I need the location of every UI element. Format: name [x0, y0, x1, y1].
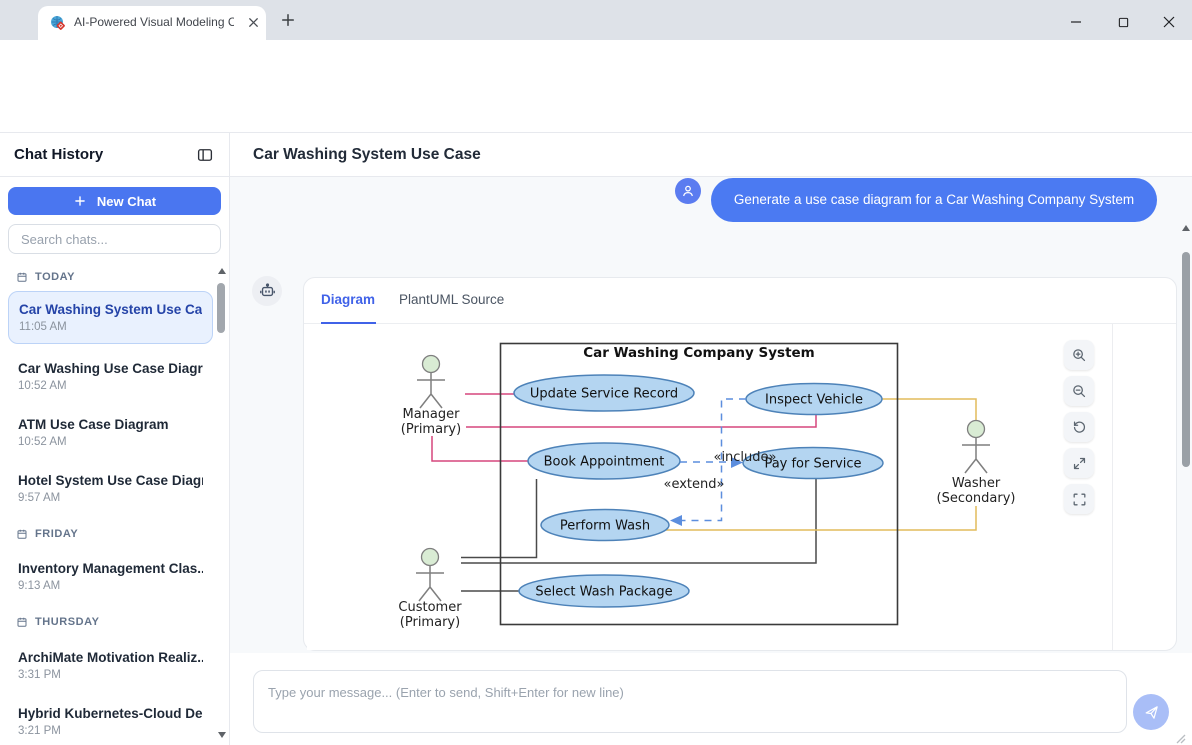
chat-history-item-selected[interactable]: Car Washing System Use Case 11:05 AM — [8, 291, 213, 344]
zoom-in-button[interactable] — [1064, 340, 1094, 370]
conversation-titlebar: Car Washing System Use Case — [230, 133, 1192, 177]
chat-item-time: 3:31 PM — [18, 669, 203, 681]
fullscreen-button[interactable] — [1064, 484, 1094, 514]
chat-item-title: Car Washing Use Case Diagr... — [18, 361, 203, 376]
usecase-label: Select Wash Package — [535, 585, 672, 600]
chat-history-item[interactable]: ATM Use Case Diagram 10:52 AM — [8, 409, 213, 456]
calendar-icon — [16, 271, 28, 283]
person-icon — [680, 183, 696, 199]
plus-icon — [73, 194, 87, 208]
chat-history-sidebar: Chat History New Chat TODAY Car Washing … — [0, 133, 230, 745]
sidebar-header: Chat History — [0, 133, 229, 177]
new-chat-label: New Chat — [97, 194, 156, 209]
window-close-icon[interactable] — [1156, 12, 1182, 32]
chat-item-title: Car Washing System Use Case — [19, 302, 202, 317]
section-header-today: TODAY — [16, 271, 75, 283]
section-header-thursday: THURSDAY — [16, 616, 100, 628]
sidebar-scrollbar-thumb[interactable] — [217, 283, 225, 333]
calendar-icon — [16, 616, 28, 628]
tab-plantuml-source[interactable]: PlantUML Source — [399, 292, 504, 307]
resize-grip-icon[interactable] — [1174, 731, 1186, 745]
robot-icon — [259, 283, 276, 300]
search-chats-input[interactable] — [8, 224, 221, 254]
new-chat-button[interactable]: New Chat — [8, 187, 221, 215]
main-panel: Car Washing System Use Case Generate a u… — [230, 133, 1192, 745]
reset-view-button[interactable] — [1064, 412, 1094, 442]
section-label: FRIDAY — [35, 528, 78, 540]
send-button[interactable] — [1133, 694, 1169, 730]
expand-button[interactable] — [1064, 448, 1094, 478]
extend-label: «extend» — [664, 477, 725, 492]
chat-item-time: 11:05 AM — [19, 321, 202, 333]
use-case-diagram-image: Car Washing Company System Update Servic… — [393, 336, 1023, 636]
message-input[interactable] — [253, 670, 1127, 733]
section-header-friday: FRIDAY — [16, 528, 78, 540]
panel-collapse-icon[interactable] — [196, 146, 214, 169]
system-title: Car Washing Company System — [583, 345, 815, 361]
chat-history-item[interactable]: Hotel System Use Case Diagr... 9:57 AM — [8, 465, 213, 512]
tab-diagram[interactable]: Diagram — [321, 292, 375, 307]
window-minimize-icon[interactable] — [1063, 12, 1089, 32]
chat-scroll-up-arrow[interactable] — [1182, 225, 1190, 231]
section-label: THURSDAY — [35, 616, 100, 628]
chat-scrollbar-thumb[interactable] — [1182, 252, 1190, 467]
sidebar-scroll-down-arrow[interactable] — [218, 732, 226, 738]
user-message-avatar — [675, 178, 701, 204]
tab-title: AI-Powered Visual Modeling Ch — [74, 15, 234, 29]
chat-item-title: Inventory Management Clas... — [18, 561, 203, 576]
usecase-label: Book Appointment — [544, 455, 665, 470]
tab-favicon — [50, 15, 66, 36]
chat-item-time: 10:52 AM — [18, 436, 203, 448]
zoom-out-button[interactable] — [1064, 376, 1094, 406]
chat-item-title: Hotel System Use Case Diagr... — [18, 473, 203, 488]
tab-close-icon[interactable] — [246, 15, 261, 35]
usecase-label: Update Service Record — [530, 387, 678, 402]
chat-history-item[interactable]: ArchiMate Motivation Realiz... 3:31 PM — [8, 642, 213, 689]
actor-name: Customer — [398, 600, 462, 615]
actor-name: Washer — [952, 476, 1001, 491]
window-maximize-icon[interactable] — [1110, 12, 1136, 32]
actor-role: (Secondary) — [937, 491, 1016, 506]
chat-item-time: 9:57 AM — [18, 492, 203, 504]
chat-item-title: Hybrid Kubernetes-Cloud De... — [18, 706, 203, 721]
conversation-title: Car Washing System Use Case — [253, 146, 481, 164]
chat-item-title: ArchiMate Motivation Realiz... — [18, 650, 203, 665]
bot-avatar — [252, 276, 282, 306]
diagram-card: Diagram PlantUML Source Car Washing Comp… — [303, 277, 1177, 651]
usecase-label: Inspect Vehicle — [765, 393, 863, 408]
browser-tabstrip: AI-Powered Visual Modeling Ch — [0, 0, 1192, 40]
include-label: «include» — [713, 450, 776, 465]
chat-item-time: 10:52 AM — [18, 380, 203, 392]
sidebar-title: Chat History — [14, 146, 103, 163]
section-label: TODAY — [35, 271, 75, 283]
chat-item-title: ATM Use Case Diagram — [18, 417, 203, 432]
actor-role: (Primary) — [401, 422, 461, 437]
actor-role: (Primary) — [400, 615, 460, 630]
app-header: Chatbot Powered by Visual Paradigm More … — [0, 85, 1192, 133]
chat-item-time: 3:21 PM — [18, 725, 203, 737]
send-plane-icon — [1143, 704, 1160, 721]
calendar-icon — [16, 528, 28, 540]
diagram-tabbar: Diagram PlantUML Source — [304, 278, 1176, 324]
message-input-panel — [230, 653, 1192, 745]
sidebar-scroll-up-arrow[interactable] — [218, 268, 226, 274]
chat-history-item[interactable]: Inventory Management Clas... 9:13 AM — [8, 553, 213, 600]
chat-messages-area: Generate a use case diagram for a Car Wa… — [230, 177, 1192, 653]
usecase-label: Pay for Service — [764, 457, 861, 472]
chat-item-time: 9:13 AM — [18, 580, 203, 592]
new-tab-icon[interactable] — [279, 11, 297, 34]
usecase-label: Perform Wash — [560, 519, 650, 534]
chat-history-item[interactable]: Car Washing Use Case Diagr... 10:52 AM — [8, 353, 213, 400]
actor-name: Manager — [403, 407, 461, 422]
user-message-bubble: Generate a use case diagram for a Car Wa… — [711, 178, 1157, 222]
browser-toolbar: ai-toolbox.visual-paradigm.com/app/chatb… — [0, 40, 1192, 85]
chat-history-item[interactable]: Hybrid Kubernetes-Cloud De... 3:21 PM — [8, 698, 213, 745]
browser-tab[interactable]: AI-Powered Visual Modeling Ch — [38, 6, 266, 40]
